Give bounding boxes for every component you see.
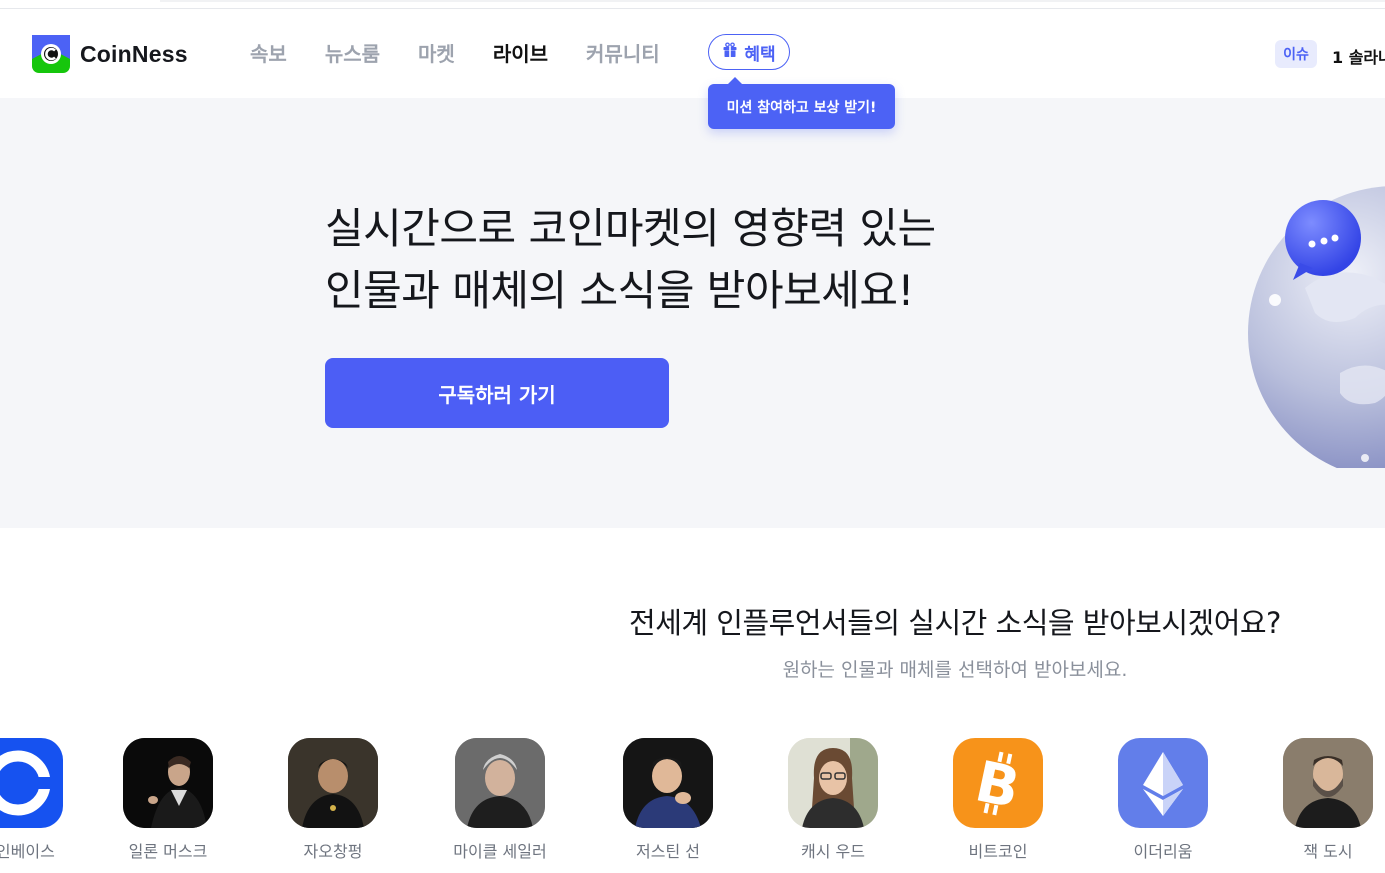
section-subtitle: 원하는 인물과 매체를 선택하여 받아보세요. [782, 659, 1128, 681]
influencer-card[interactable]: 저스틴 선 [588, 738, 748, 862]
benefit-label: 혜택 [744, 44, 776, 65]
nav-newsroom[interactable]: 뉴스룸 [325, 38, 380, 67]
globe-illustration [1245, 168, 1385, 480]
trending-issue-item[interactable]: 1 솔라나 [1332, 44, 1385, 68]
person-photo-icon [1283, 738, 1373, 828]
influencer-card[interactable]: 잭 도시 [1248, 738, 1385, 862]
hero-title-line-2: 인물과 매체의 소식을 받아보세요! [325, 266, 914, 315]
influencer-list: 코인베이스 일론 머스크 자오창펑 [0, 738, 1385, 873]
influencer-name: 이더리움 [1133, 842, 1193, 861]
coinbase-logo-icon [0, 738, 63, 828]
influencer-name: 마이클 세일러 [453, 842, 547, 861]
influencer-card[interactable]: 이더리움 [1083, 738, 1243, 862]
nav-market[interactable]: 마켓 [418, 38, 455, 67]
person-photo-icon [623, 738, 713, 828]
benefit-tooltip: 미션 참여하고 보상 받기! [708, 77, 895, 129]
top-divider [0, 8, 1385, 9]
influencer-card[interactable]: 캐시 우드 [753, 738, 913, 862]
hero-banner: 실시간으로 코인마켓의 영향력 있는 인물과 매체의 소식을 받아보세요! 구독… [0, 98, 1385, 528]
gift-icon [722, 41, 738, 63]
logo-text: CoinNess [80, 40, 188, 67]
issue-badge: 이슈 [1275, 40, 1317, 68]
logo[interactable]: CoinNess [32, 35, 188, 73]
person-photo-icon [123, 738, 213, 828]
nav-community[interactable]: 커뮤니티 [586, 38, 660, 67]
browser-top-edge [160, 0, 1385, 2]
influencer-name: 저스틴 선 [636, 842, 700, 861]
svg-text:B: B [970, 749, 1025, 821]
influencer-card[interactable]: 마이클 세일러 [420, 738, 580, 862]
influencer-name: 자오창펑 [303, 842, 363, 861]
influencer-name: 비트코인 [968, 842, 1028, 861]
influencer-card[interactable]: B 비트코인 [918, 738, 1078, 862]
ethereum-logo-icon [1118, 738, 1208, 828]
person-photo-icon [288, 738, 378, 828]
subscribe-button[interactable]: 구독하러 가기 [325, 358, 669, 428]
benefit-button[interactable]: 혜택 [708, 34, 790, 70]
section-title: 전세계 인플루언서들의 실시간 소식을 받아보시겠어요? [629, 606, 1281, 640]
person-photo-icon [455, 738, 545, 828]
hero-title-line-1: 실시간으로 코인마켓의 영향력 있는 [325, 204, 936, 253]
influencer-card[interactable]: 자오창펑 [253, 738, 413, 862]
influencer-card[interactable]: 일론 머스크 [88, 738, 248, 862]
site-header: CoinNess 속보 뉴스룸 마켓 라이브 커뮤니티 혜택 이슈 1 솔라나 [0, 10, 1385, 98]
person-photo-icon [788, 738, 878, 828]
hero-title: 실시간으로 코인마켓의 영향력 있는 인물과 매체의 소식을 받아보세요! [325, 198, 1025, 322]
influencer-name: 캐시 우드 [801, 842, 865, 861]
influencer-name: 일론 머스크 [128, 842, 208, 861]
coinness-logo-icon [32, 35, 70, 73]
main-nav: 속보 뉴스룸 마켓 라이브 커뮤니티 [250, 38, 698, 67]
influencer-name: 잭 도시 [1303, 842, 1353, 861]
bitcoin-logo-icon: B [953, 738, 1043, 828]
influencer-card[interactable]: 코인베이스 [0, 738, 98, 862]
nav-breaking[interactable]: 속보 [250, 38, 287, 67]
nav-live[interactable]: 라이브 [493, 38, 548, 67]
influencer-name: 코인베이스 [0, 842, 55, 861]
